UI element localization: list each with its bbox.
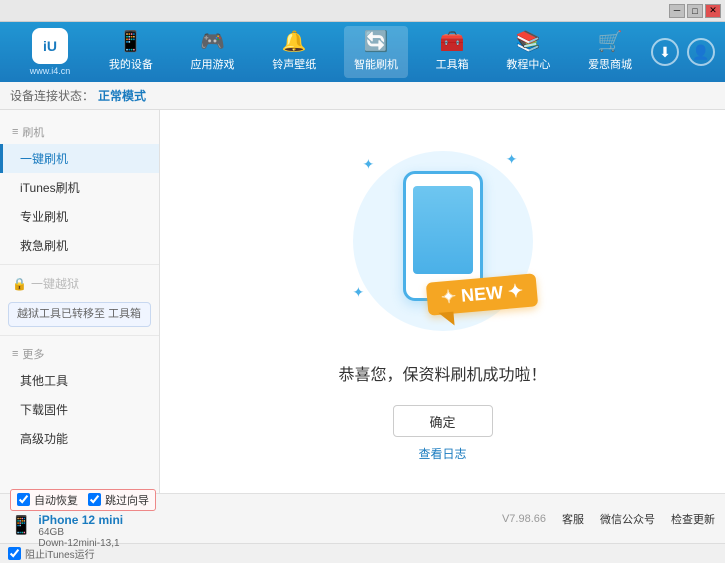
nav-item-my-device[interactable]: 📱 我的设备 [99, 26, 163, 78]
apps-games-icon: 🎮 [200, 32, 225, 52]
sidebar-item-advanced[interactable]: 高级功能 [0, 424, 159, 453]
wechat-public-link[interactable]: 微信公众号 [600, 511, 655, 527]
status-bar: 设备连接状态： 正常模式 [0, 82, 725, 110]
sidebar-section-flash: ≡ 刷机 [0, 118, 159, 144]
main-area: ≡ 刷机 一键刷机 iTunes刷机 专业刷机 救急刷机 🔒 一键越狱 越狱工具… [0, 110, 725, 493]
success-message: 恭喜您，保资料刷机成功啦！ [338, 361, 546, 385]
user-button[interactable]: 👤 [687, 38, 715, 66]
minimize-button[interactable]: － [669, 4, 685, 18]
customer-service-link[interactable]: 客服 [562, 511, 584, 527]
lock-icon: 🔒 [12, 277, 27, 291]
sidebar-item-other-tools[interactable]: 其他工具 [0, 366, 159, 395]
nav-item-apps-games-label: 应用游戏 [191, 56, 235, 72]
phone-screen [413, 186, 473, 274]
stop-itunes-label: 阻止iTunes运行 [25, 546, 95, 561]
nav-item-smart-store-label: 智能刷机 [354, 56, 398, 72]
phone-illustration: ✦ ✦ ✦ ✦ NEW ✦ [343, 141, 543, 341]
nav-item-ringtones-label: 铃声壁纸 [272, 56, 316, 72]
star-left: ✦ [441, 286, 458, 307]
sidebar-item-save-flash[interactable]: 救急刷机 [0, 231, 159, 260]
status-label: 设备连接状态： [10, 87, 94, 104]
nav-item-tutorials-label: 教程中心 [506, 56, 550, 72]
new-badge-text: NEW [461, 282, 505, 306]
check-update-link[interactable]: 检查更新 [671, 511, 715, 527]
star-right: ✦ [507, 280, 524, 301]
sparkle-icon-1: ✦ [363, 156, 375, 173]
sidebar-divider-1 [0, 264, 159, 265]
jailbreak-notice: 越狱工具已转移至 工具箱 [8, 302, 151, 327]
tutorials-icon: 📚 [516, 32, 541, 52]
auto-connect-input[interactable] [17, 493, 30, 506]
nav-item-apps-games[interactable]: 🎮 应用游戏 [181, 26, 245, 78]
sidebar-divider-2 [0, 335, 159, 336]
nav-bar: iU www.i4.cn 📱 我的设备 🎮 应用游戏 🔔 铃声壁纸 🔄 智能刷机… [0, 22, 725, 82]
skip-wizard-input[interactable] [88, 493, 101, 506]
skip-wizard-checkbox[interactable]: 跳过向导 [88, 492, 149, 508]
jailbreak-title: 一键越狱 [31, 275, 79, 292]
nav-right: ⬇ 👤 [651, 38, 715, 66]
auto-connect-checkbox[interactable]: 自动恢复 [17, 492, 78, 508]
sidebar: ≡ 刷机 一键刷机 iTunes刷机 专业刷机 救急刷机 🔒 一键越狱 越狱工具… [0, 110, 160, 493]
download-button[interactable]: ⬇ [651, 38, 679, 66]
mall-icon: 🛒 [598, 32, 623, 52]
maximize-button[interactable]: □ [687, 4, 703, 18]
smart-store-icon: 🔄 [364, 32, 389, 52]
ringtones-icon: 🔔 [282, 32, 307, 52]
bottom-right: V7.98.66 客服 微信公众号 检查更新 [502, 511, 715, 527]
confirm-button[interactable]: 确定 [393, 405, 493, 437]
nav-item-mall-label: 爱思商城 [588, 56, 632, 72]
flash-section-title: 刷机 [22, 124, 44, 140]
my-device-icon: 📱 [118, 32, 143, 52]
sidebar-section-jailbreak: 🔒 一键越狱 [0, 269, 159, 298]
nav-item-toolbox-label: 工具箱 [436, 56, 469, 72]
nav-item-smart-store[interactable]: 🔄 智能刷机 [344, 26, 408, 78]
auto-connect-label: 自动恢复 [34, 492, 78, 508]
more-section-title: 更多 [22, 346, 44, 362]
device-storage: 64GB [38, 527, 123, 538]
nav-item-tutorials[interactable]: 📚 教程中心 [496, 26, 560, 78]
bottom-bar: 自动恢复 跳过向导 📱 iPhone 12 mini 64GB Down-12m… [0, 493, 725, 543]
nav-item-my-device-label: 我的设备 [109, 56, 153, 72]
sparkle-icon-3: ✦ [353, 284, 365, 301]
sidebar-item-pro-flash[interactable]: 专业刷机 [0, 202, 159, 231]
nav-item-mall[interactable]: 🛒 爱思商城 [578, 26, 642, 78]
app-logo[interactable]: iU www.i4.cn [10, 28, 90, 76]
sidebar-item-itunes-flash[interactable]: iTunes刷机 [0, 173, 159, 202]
status-value: 正常模式 [98, 87, 146, 104]
nav-items: 📱 我的设备 🎮 应用游戏 🔔 铃声壁纸 🔄 智能刷机 🧰 工具箱 📚 教程中心… [90, 26, 651, 78]
skip-wizard-label: 跳过向导 [105, 492, 149, 508]
sidebar-item-download-firmware[interactable]: 下载固件 [0, 395, 159, 424]
logo-subtitle: www.i4.cn [30, 66, 71, 76]
device-phone-icon: 📱 [10, 515, 32, 536]
secondary-link[interactable]: 查看日志 [418, 445, 466, 462]
flash-section-icon: ≡ [12, 126, 18, 138]
nav-item-toolbox[interactable]: 🧰 工具箱 [426, 26, 479, 78]
content-area: ✦ ✦ ✦ ✦ NEW ✦ 恭喜您，保资料刷机成功啦！ 确定 查看日志 [160, 110, 725, 493]
logo-icon: iU [32, 28, 68, 64]
more-section-icon: ≡ [12, 348, 18, 360]
sparkle-icon-2: ✦ [506, 151, 518, 168]
title-bar: － □ ✕ [0, 0, 725, 22]
device-name: iPhone 12 mini [38, 513, 123, 527]
nav-item-ringtones[interactable]: 🔔 铃声壁纸 [262, 26, 326, 78]
window-controls: － □ ✕ [669, 4, 721, 18]
sidebar-item-one-click-flash[interactable]: 一键刷机 [0, 144, 159, 173]
device-info: 📱 iPhone 12 mini 64GB Down-12mini-13,1 [10, 513, 156, 549]
toolbox-icon: 🧰 [440, 32, 465, 52]
stop-itunes-checkbox[interactable] [8, 547, 21, 560]
sidebar-section-more: ≡ 更多 [0, 340, 159, 366]
close-button[interactable]: ✕ [705, 4, 721, 18]
